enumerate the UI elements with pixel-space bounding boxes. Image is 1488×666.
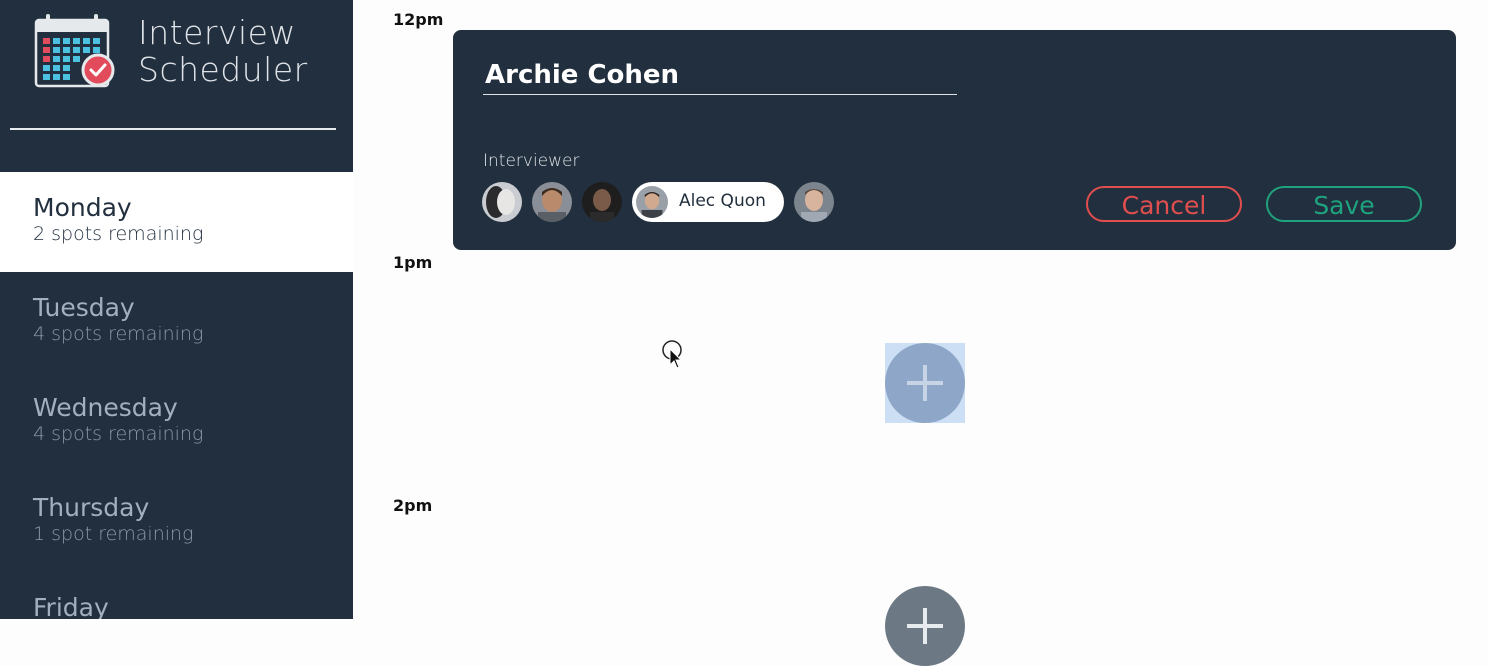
day-spots: 2 spots remaining: [33, 223, 204, 245]
avatar: [582, 182, 622, 222]
interviewer-option[interactable]: [582, 182, 622, 222]
day-name: Tuesday: [33, 293, 135, 322]
day-item-tuesday[interactable]: Tuesday 4 spots remaining: [0, 272, 353, 372]
day-spots: 1 spot remaining: [33, 523, 194, 545]
interviewer-option[interactable]: [532, 182, 572, 222]
interviewer-heading: Interviewer: [483, 151, 580, 171]
day-name: Friday: [33, 593, 109, 620]
avatar: [636, 186, 668, 218]
app-title: Interview Scheduler: [138, 14, 308, 88]
interviewer-option[interactable]: [794, 182, 834, 222]
add-appointment-button[interactable]: [885, 343, 965, 423]
calendar-check-icon: [34, 14, 115, 88]
day-item-thursday[interactable]: Thursday 1 spot remaining: [0, 472, 353, 572]
sidebar-separator: [10, 128, 336, 130]
app-title-line1: Interview: [138, 13, 296, 52]
day-item-monday[interactable]: Monday 2 spots remaining: [0, 172, 353, 272]
plus-icon: [907, 608, 943, 644]
day-item-wednesday[interactable]: Wednesday 4 spots remaining: [0, 372, 353, 472]
app-title-line2: Scheduler: [138, 50, 308, 89]
avatar: [794, 182, 834, 222]
save-button[interactable]: Save: [1266, 186, 1422, 222]
day-spots: 4 spots remaining: [33, 423, 204, 445]
plus-icon: [907, 365, 943, 401]
sidebar: Interview Scheduler Monday 2 spots remai…: [0, 0, 353, 619]
day-name: Monday: [33, 193, 132, 222]
day-name: Wednesday: [33, 393, 178, 422]
time-label-1pm: 1pm: [393, 253, 433, 272]
add-appointment-button[interactable]: [885, 586, 965, 666]
interviewer-name: Alec Quon: [679, 191, 766, 211]
day-spots: 4 spots remaining: [33, 323, 204, 345]
appointment-form: Interviewer: [453, 30, 1456, 250]
day-list: Monday 2 spots remaining Tuesday 4 spots…: [0, 172, 353, 619]
day-name: Thursday: [33, 493, 150, 522]
interviewer-option[interactable]: [482, 182, 522, 222]
day-item-friday[interactable]: Friday: [0, 572, 353, 620]
student-name-input[interactable]: [483, 56, 957, 95]
time-label-2pm: 2pm: [393, 496, 433, 515]
time-label-12pm: 12pm: [393, 10, 444, 29]
avatar: [482, 182, 522, 222]
cancel-button[interactable]: Cancel: [1086, 186, 1242, 222]
mouse-cursor-icon: [662, 340, 683, 369]
avatar: [532, 182, 572, 222]
interviewer-option-selected[interactable]: Alec Quon: [632, 182, 784, 222]
